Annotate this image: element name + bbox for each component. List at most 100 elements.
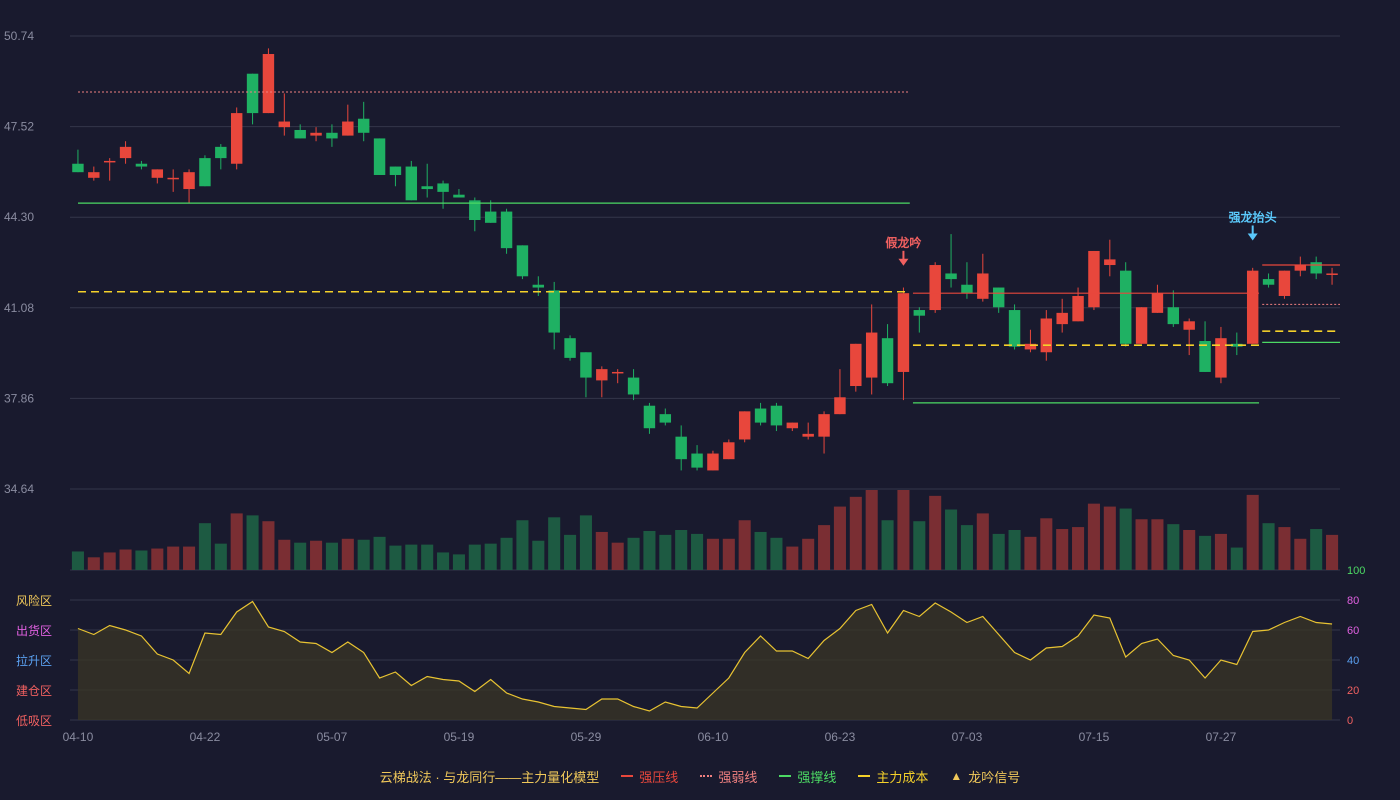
osc-tick-label: 60 xyxy=(1347,625,1359,637)
volume-bar xyxy=(1151,519,1164,570)
candle-body xyxy=(770,405,783,426)
volume-bar xyxy=(373,536,386,570)
volume-bar xyxy=(738,520,751,570)
candle-body xyxy=(691,453,703,468)
volume-bar xyxy=(976,513,989,570)
candle-body xyxy=(373,138,386,175)
legend-label: 强撑线 xyxy=(797,769,837,785)
candle-body xyxy=(1088,250,1100,308)
volume-bar xyxy=(881,520,894,570)
candle-body xyxy=(389,166,402,175)
candle-body xyxy=(913,310,926,316)
volume-bar xyxy=(897,490,910,570)
osc-tick-label: 40 xyxy=(1347,655,1359,667)
volume-bar xyxy=(516,520,529,570)
candle-body xyxy=(897,293,910,372)
volume-bar xyxy=(548,517,561,570)
volume-bar xyxy=(310,540,323,570)
osc-tick-label: 0 xyxy=(1347,715,1353,727)
x-tick-label: 06-10 xyxy=(698,730,729,744)
support-line-swatch xyxy=(779,775,792,777)
volume-bar xyxy=(167,546,180,570)
volume-bar xyxy=(135,550,148,570)
volume-bar xyxy=(1183,530,1196,570)
signal-label: 假龙吟 xyxy=(885,235,921,250)
candle-body xyxy=(1262,279,1275,285)
candle-body xyxy=(675,436,687,460)
volume-bar xyxy=(786,546,799,570)
candle-body xyxy=(1135,307,1148,344)
volume-bar xyxy=(1056,529,1069,570)
volume-bar xyxy=(611,542,624,570)
volume-bar xyxy=(294,542,307,570)
oscillator-area xyxy=(77,601,1333,720)
candle-body xyxy=(103,160,116,163)
volume-bar xyxy=(214,543,227,570)
candle-body xyxy=(262,54,275,114)
candle-body xyxy=(850,343,862,387)
volume-bar xyxy=(1135,519,1148,570)
volume-bar xyxy=(103,552,116,570)
candle-body xyxy=(1040,318,1053,353)
volume-bar xyxy=(421,544,434,570)
candle-body xyxy=(1056,312,1068,325)
candle-body xyxy=(961,284,973,294)
osc-zone-label: 风险区 xyxy=(16,593,52,608)
x-tick-label: 04-10 xyxy=(63,730,94,744)
candle-body xyxy=(992,287,1005,308)
volume-bar xyxy=(278,539,291,570)
volume-bar xyxy=(246,515,259,570)
price-tick-label: 50.74 xyxy=(4,29,34,43)
legend-item-pressure[interactable]: 强压线 xyxy=(621,767,678,786)
candle-body xyxy=(1151,293,1164,313)
volume-bar xyxy=(405,544,418,570)
volume-bar xyxy=(706,538,719,570)
volume-bar xyxy=(1008,530,1021,570)
candle-body xyxy=(183,172,195,190)
legend-item-weak[interactable]: 强弱线 xyxy=(700,767,757,786)
x-tick-label: 05-29 xyxy=(571,730,602,744)
candle-body xyxy=(532,284,545,288)
legend-label: 强弱线 xyxy=(718,769,758,785)
volume-bar xyxy=(500,537,513,570)
volume-bar xyxy=(452,554,465,570)
volume-bar xyxy=(929,495,942,570)
legend-title: 云梯战法 · 与龙同行——主力量化模型 xyxy=(379,769,600,785)
osc-zone-label: 低吸区 xyxy=(16,714,52,728)
x-tick-label: 07-03 xyxy=(952,730,983,744)
signal-label: 强龙抬头 xyxy=(1229,209,1277,224)
legend-item-signal[interactable]: ▲ 龙吟信号 xyxy=(950,767,1020,786)
volume-bar xyxy=(1230,547,1243,570)
volume-bar xyxy=(1246,494,1259,570)
candle-body xyxy=(1008,310,1021,347)
cost-line-swatch xyxy=(858,775,871,777)
candle-body xyxy=(437,183,449,192)
volume-bar xyxy=(1199,535,1212,570)
legend-item-support[interactable]: 强撑线 xyxy=(779,767,836,786)
volume-bar xyxy=(643,530,656,570)
candle-body xyxy=(643,405,656,429)
legend-label: 强压线 xyxy=(639,769,679,785)
weak-line-swatch xyxy=(700,775,713,777)
candle-body xyxy=(1104,259,1116,266)
x-tick-label: 05-07 xyxy=(317,730,348,744)
candle-body xyxy=(326,132,338,139)
volume-bar xyxy=(1214,533,1227,570)
candle-body xyxy=(88,172,100,178)
legend-item-cost[interactable]: 主力成本 xyxy=(858,767,928,786)
volume-bar xyxy=(1040,518,1053,570)
volume-bar xyxy=(865,490,878,570)
x-tick-label: 06-23 xyxy=(825,730,856,744)
volume-bar xyxy=(770,537,783,570)
osc-tick-label: 80 xyxy=(1347,595,1359,607)
volume-bar xyxy=(198,523,211,570)
candle-body xyxy=(723,442,735,460)
candle-body xyxy=(500,211,513,249)
osc-tick-label: 100 xyxy=(1347,565,1365,577)
volume-bar xyxy=(1294,538,1307,570)
volume-bar xyxy=(71,551,84,570)
candle-body xyxy=(754,408,767,423)
volume-bar xyxy=(1103,506,1116,570)
candle-body xyxy=(818,414,830,437)
signal-arrow-icon xyxy=(1247,233,1258,241)
